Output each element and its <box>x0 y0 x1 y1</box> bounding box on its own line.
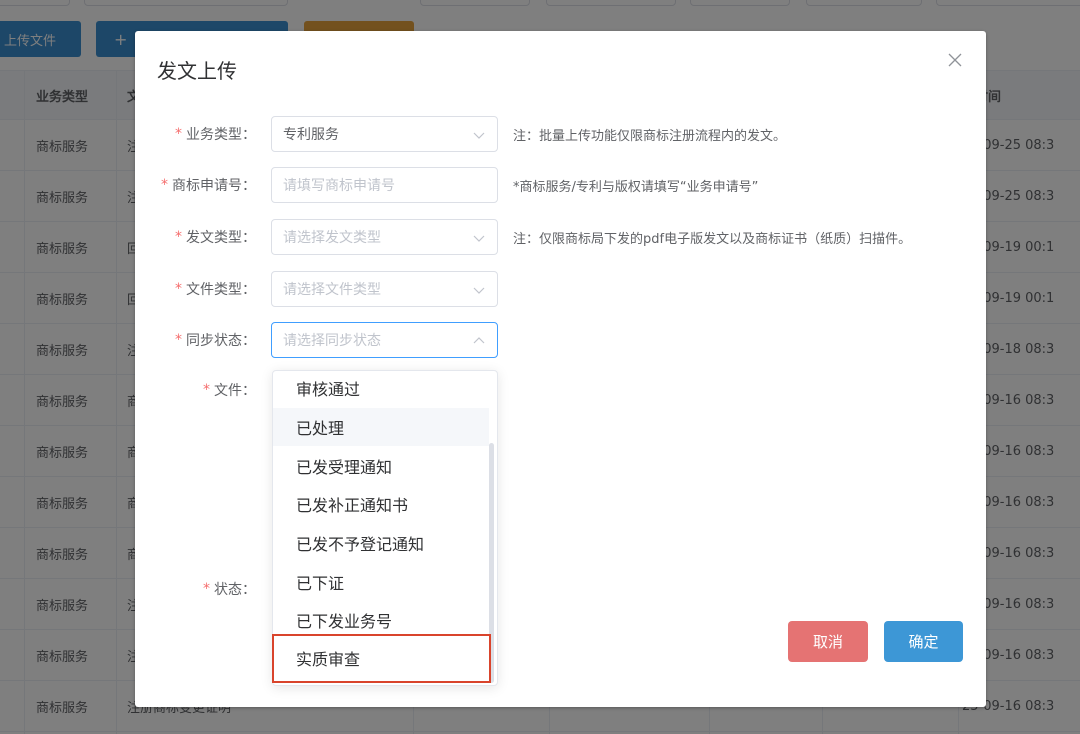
upload-dialog: 发文上传 * 业务类型： 专利服务 注：批量上传功能仅限商标注册流程内的发文。 *… <box>135 31 986 707</box>
sync-status-label: * 同步状态： <box>175 332 256 349</box>
chevron-down-icon <box>473 132 485 139</box>
required-mark: * <box>175 126 182 142</box>
required-mark: * <box>175 281 182 297</box>
required-mark: * <box>203 382 210 398</box>
required-mark: * <box>175 229 182 245</box>
form-row-doc-type: * 发文类型： 请选择发文类型 注：仅限商标局下发的pdf电子版发文以及商标证书（… <box>135 219 986 255</box>
form-row-file-type: * 文件类型： 请选择文件类型 <box>135 271 986 307</box>
required-mark: * <box>161 177 168 193</box>
dropdown-option[interactable]: 已下证 <box>273 563 489 601</box>
highlight-annotation <box>272 634 491 683</box>
dialog-title: 发文上传 <box>157 59 237 83</box>
chevron-up-icon <box>473 337 485 344</box>
close-icon[interactable] <box>948 53 962 67</box>
dropdown-option[interactable]: 审核通过 <box>273 371 489 407</box>
status-label: * 状态： <box>203 581 256 598</box>
file-label: * 文件： <box>203 382 256 399</box>
form-row-app-no: * 商标申请号： 请填写商标申请号 *商标服务/专利与版权请填写“业务申请号” <box>135 167 986 203</box>
file-type-label: * 文件类型： <box>175 281 256 298</box>
file-type-placeholder: 请选择文件类型 <box>283 282 381 298</box>
file-type-select[interactable]: 请选择文件类型 <box>271 271 498 307</box>
confirm-label: 确定 <box>908 633 939 651</box>
dropdown-option[interactable]: 已发不予登记通知 <box>273 524 489 562</box>
cancel-button[interactable]: 取消 <box>788 621 868 662</box>
doc-type-label: * 发文类型： <box>175 229 256 246</box>
dropdown-option[interactable]: 已发受理通知 <box>273 447 489 485</box>
form-row-status: * 状态： <box>135 571 986 607</box>
sync-status-select[interactable]: 请选择同步状态 <box>271 322 498 358</box>
app-no-hint: *商标服务/专利与版权请填写“业务申请号” <box>513 179 759 195</box>
doc-type-select[interactable]: 请选择发文类型 <box>271 219 498 255</box>
confirm-button[interactable]: 确定 <box>884 621 963 662</box>
sync-status-placeholder: 请选择同步状态 <box>283 333 381 349</box>
chevron-down-icon <box>473 287 485 294</box>
form-row-business-type: * 业务类型： 专利服务 注：批量上传功能仅限商标注册流程内的发文。 <box>135 116 986 152</box>
business-type-label: * 业务类型： <box>175 126 256 143</box>
required-mark: * <box>175 332 182 348</box>
form-row-file: * 文件： <box>135 372 986 408</box>
cancel-label: 取消 <box>812 633 843 651</box>
business-type-hint: 注：批量上传功能仅限商标注册流程内的发文。 <box>513 128 787 144</box>
app-no-input[interactable]: 请填写商标申请号 <box>271 167 498 203</box>
app-no-label: * 商标申请号： <box>161 177 256 194</box>
doc-type-hint: 注：仅限商标局下发的pdf电子版发文以及商标证书（纸质）扫描件。 <box>513 231 912 247</box>
form-row-sync-status: * 同步状态： 请选择同步状态 <box>135 322 986 358</box>
doc-type-placeholder: 请选择发文类型 <box>283 230 381 246</box>
business-type-select[interactable]: 专利服务 <box>271 116 498 152</box>
dropdown-option[interactable]: 已处理 <box>273 408 489 446</box>
business-type-value: 专利服务 <box>283 127 339 143</box>
chevron-down-icon <box>473 235 485 242</box>
app-no-placeholder: 请填写商标申请号 <box>283 178 395 194</box>
dropdown-option[interactable]: 已发补正通知书 <box>273 485 489 523</box>
required-mark: * <box>203 581 210 597</box>
